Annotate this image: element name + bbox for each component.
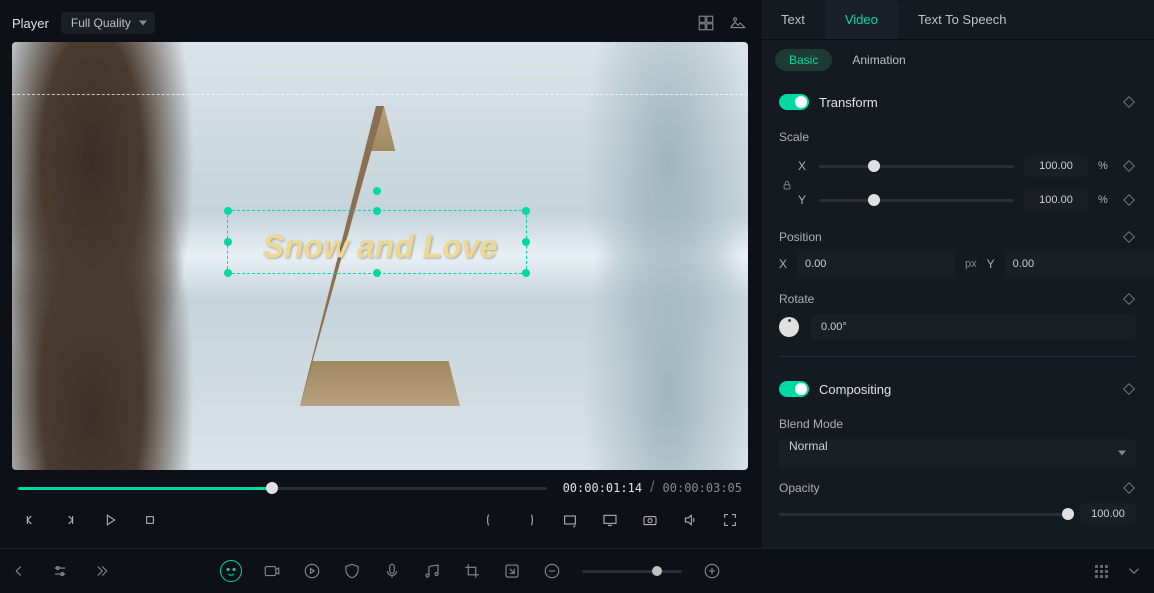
resize-handle[interactable]	[522, 207, 530, 215]
adjust-icon[interactable]	[50, 561, 70, 581]
prev-frame-button[interactable]	[18, 508, 42, 532]
properties-subtabs: Basic Animation	[761, 40, 1154, 80]
scale-x-slider[interactable]	[819, 165, 1014, 168]
transform-toggle[interactable]	[779, 94, 809, 110]
playback-controls	[12, 500, 748, 540]
scale-x-label: X	[795, 159, 809, 173]
collapse-icon[interactable]	[10, 561, 30, 581]
play-button[interactable]	[98, 508, 122, 532]
percent-unit: %	[1098, 160, 1112, 172]
player-header: Player Full Quality	[12, 8, 748, 38]
zoom-slider[interactable]	[582, 570, 682, 573]
layout-grid-icon[interactable]	[696, 13, 716, 33]
blend-mode-select[interactable]: Normal	[779, 439, 1136, 467]
position-label: Position	[779, 230, 822, 244]
opacity-slider[interactable]	[779, 513, 1068, 516]
guide-line	[12, 94, 748, 95]
ai-icon[interactable]	[220, 560, 242, 582]
selection-box[interactable]	[227, 210, 527, 274]
ratio-button[interactable]	[558, 508, 582, 532]
circle-play-icon[interactable]	[302, 561, 322, 581]
scale-x-input[interactable]	[1024, 155, 1088, 177]
stop-button[interactable]	[138, 508, 162, 532]
resize-handle[interactable]	[224, 207, 232, 215]
expand-icon[interactable]	[90, 561, 110, 581]
zoom-out-icon[interactable]	[542, 561, 562, 581]
video-preview[interactable]: Snow and Love	[12, 42, 748, 470]
properties-body: Transform Scale X % Y	[761, 80, 1154, 548]
pos-y-input[interactable]	[1005, 251, 1154, 277]
scale-label: Scale	[779, 130, 1136, 144]
crop-icon[interactable]	[462, 561, 482, 581]
fullscreen-button[interactable]	[718, 508, 742, 532]
resize-handle[interactable]	[522, 238, 530, 246]
rotate-label: Rotate	[779, 292, 814, 306]
transform-section-header: Transform	[779, 84, 1136, 120]
keyframe-icon[interactable]	[1122, 481, 1136, 495]
resize-handle[interactable]	[224, 269, 232, 277]
next-frame-button[interactable]	[58, 508, 82, 532]
resize-handle[interactable]	[224, 238, 232, 246]
mark-out-button[interactable]	[518, 508, 542, 532]
keyframe-icon[interactable]	[1122, 159, 1136, 173]
music-icon[interactable]	[422, 561, 442, 581]
record-icon[interactable]	[262, 561, 282, 581]
player-label: Player	[12, 16, 49, 31]
opacity-input[interactable]	[1080, 503, 1136, 525]
shield-icon[interactable]	[342, 561, 362, 581]
progress-thumb[interactable]	[266, 482, 278, 494]
opacity-label: Opacity	[779, 481, 820, 495]
scale-y-label: Y	[795, 193, 809, 207]
blend-mode-label: Blend Mode	[779, 417, 1136, 431]
compositing-title: Compositing	[819, 382, 891, 397]
keyframe-icon[interactable]	[1122, 95, 1136, 109]
resize-handle[interactable]	[522, 269, 530, 277]
zoom-in-icon[interactable]	[702, 561, 722, 581]
chevron-down-icon[interactable]	[1124, 561, 1144, 581]
volume-button[interactable]	[678, 508, 702, 532]
display-button[interactable]	[598, 508, 622, 532]
tab-text[interactable]: Text	[761, 0, 825, 39]
compositing-toggle[interactable]	[779, 381, 809, 397]
compositing-section-header: Compositing	[779, 371, 1136, 407]
camera-button[interactable]	[638, 508, 662, 532]
pos-x-input[interactable]	[797, 251, 955, 277]
mic-icon[interactable]	[382, 561, 402, 581]
subtab-animation[interactable]: Animation	[838, 49, 919, 71]
keyframe-icon[interactable]	[1122, 382, 1136, 396]
properties-tabs: Text Video Text To Speech	[761, 0, 1154, 40]
transform-title: Transform	[819, 95, 878, 110]
quality-dropdown[interactable]: Full Quality	[61, 12, 155, 34]
percent-unit: %	[1098, 194, 1112, 206]
mark-in-button[interactable]	[478, 508, 502, 532]
properties-panel: Text Video Text To Speech Basic Animatio…	[760, 0, 1154, 548]
scale-y-slider[interactable]	[819, 199, 1014, 202]
grid-view-icon[interactable]	[1095, 565, 1108, 578]
player-panel: Player Full Quality Snow and Love	[0, 0, 760, 548]
timeline-bar: 00:00:01:14 / 00:00:03:05	[12, 476, 748, 500]
rotate-dial[interactable]	[779, 317, 799, 337]
link-icon[interactable]	[779, 179, 795, 193]
keyframe-icon[interactable]	[1122, 230, 1136, 244]
rotate-input[interactable]	[811, 314, 1136, 340]
pos-y-label: Y	[987, 257, 995, 271]
tab-text-to-speech[interactable]: Text To Speech	[898, 0, 1027, 39]
progress-track[interactable]	[18, 487, 547, 490]
pos-x-label: X	[779, 257, 787, 271]
scale-y-input[interactable]	[1024, 189, 1088, 211]
current-timecode: 00:00:01:14	[563, 481, 642, 495]
keyframe-icon[interactable]	[1122, 292, 1136, 306]
resize-handle[interactable]	[373, 207, 381, 215]
resize-icon[interactable]	[502, 561, 522, 581]
timecode-sep: /	[642, 479, 662, 497]
keyframe-icon[interactable]	[1122, 193, 1136, 207]
tab-video[interactable]: Video	[825, 0, 898, 39]
rotate-handle[interactable]	[373, 187, 381, 195]
px-unit: px	[965, 258, 977, 270]
snapshot-icon[interactable]	[728, 13, 748, 33]
bottom-toolbar	[0, 548, 1154, 593]
resize-handle[interactable]	[373, 269, 381, 277]
total-timecode: 00:00:03:05	[663, 481, 742, 495]
subtab-basic[interactable]: Basic	[775, 49, 832, 71]
